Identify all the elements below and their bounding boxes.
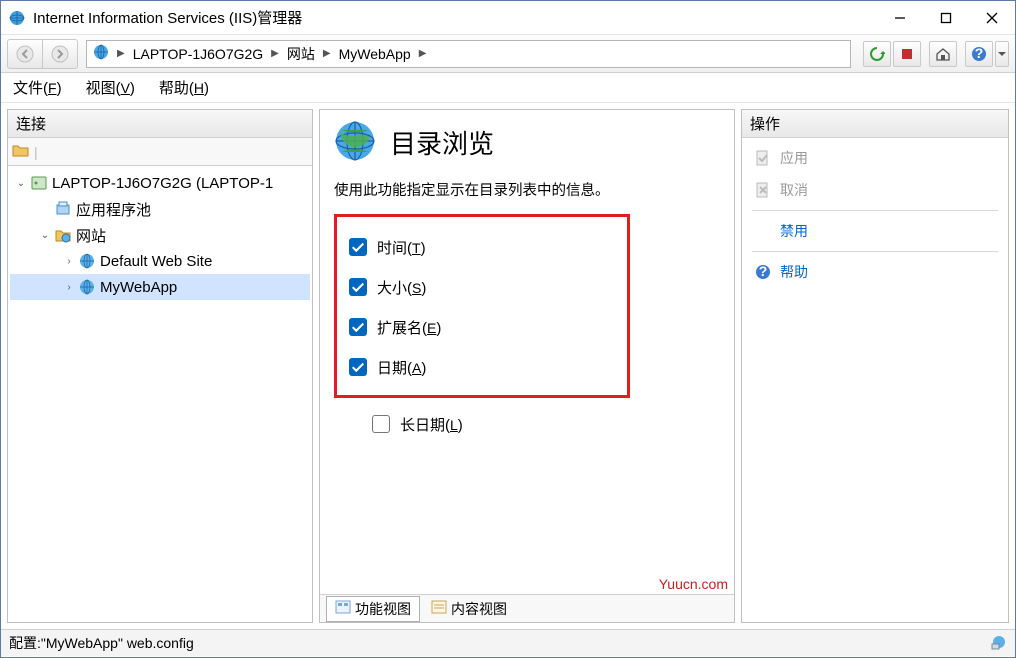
window-title: Internet Information Services (IIS)管理器 xyxy=(33,7,877,28)
option-date[interactable]: 日期(A) xyxy=(343,347,621,387)
maximize-button[interactable] xyxy=(923,1,969,34)
home-button[interactable] xyxy=(929,41,957,67)
chevron-right-icon: ▶ xyxy=(113,48,129,59)
connections-header: 连接 xyxy=(8,110,312,138)
menu-help[interactable]: 帮助(H) xyxy=(159,77,209,98)
server-icon xyxy=(30,175,48,191)
tree-default-site-label: Default Web Site xyxy=(100,253,212,270)
tree-mywebapp-label: MyWebApp xyxy=(100,279,177,296)
actions-panel: 操作 应用 取消 禁用 ? 帮助 xyxy=(741,109,1009,623)
status-bar: 配置:"MyWebApp" web.config xyxy=(1,629,1015,656)
globe-icon xyxy=(93,44,109,63)
tree-sites[interactable]: ⌄ 网站 xyxy=(10,222,310,248)
checkbox-longdate[interactable] xyxy=(372,415,390,433)
help-button[interactable]: ? xyxy=(965,41,993,67)
status-globe-icon xyxy=(991,634,1007,653)
feature-title: 目录浏览 xyxy=(390,124,494,161)
action-disable[interactable]: 禁用 xyxy=(742,215,1008,247)
chevron-right-icon: ▶ xyxy=(267,48,283,59)
option-longdate[interactable]: 长日期(L) xyxy=(334,404,630,444)
feature-description: 使用此功能指定显示在目录列表中的信息。 xyxy=(334,179,720,200)
option-date-label: 日期(A) xyxy=(377,357,426,378)
iis-app-icon xyxy=(9,10,25,26)
action-separator xyxy=(752,251,998,252)
refresh-button[interactable] xyxy=(863,41,891,67)
help-icon: ? xyxy=(754,264,772,280)
action-disable-label: 禁用 xyxy=(780,221,808,241)
checkbox-time[interactable] xyxy=(349,238,367,256)
tree-default-site[interactable]: › Default Web Site xyxy=(10,248,310,274)
chevron-right-icon: ▶ xyxy=(415,48,431,59)
nav-forward-button[interactable] xyxy=(42,39,78,69)
checkbox-size[interactable] xyxy=(349,278,367,296)
connections-panel: 连接 | ⌄ LAPTOP-1J6O7G2G (LAPTOP-1 应用程序池 ⌄… xyxy=(7,109,313,623)
tree-mywebapp[interactable]: › MyWebApp xyxy=(10,274,310,300)
breadcrumb-app[interactable]: MyWebApp xyxy=(339,46,411,62)
tab-features-view[interactable]: 功能视图 xyxy=(326,596,420,622)
connections-toolbar: | xyxy=(8,138,312,166)
stop-button[interactable] xyxy=(893,41,921,67)
option-size-label: 大小(S) xyxy=(377,277,426,298)
tree-host-label: LAPTOP-1J6O7G2G (LAPTOP-1 xyxy=(52,175,273,192)
close-button[interactable] xyxy=(969,1,1015,34)
option-size[interactable]: 大小(S) xyxy=(343,267,621,307)
expand-icon[interactable]: › xyxy=(62,256,76,267)
svg-text:?: ? xyxy=(975,46,984,61)
action-cancel-label: 取消 xyxy=(780,180,808,200)
sites-folder-icon xyxy=(54,227,72,243)
dir-browsing-icon xyxy=(334,120,376,165)
apply-icon xyxy=(754,150,772,166)
collapse-icon[interactable]: ⌄ xyxy=(38,230,52,241)
menu-file[interactable]: 文件(F) xyxy=(13,77,62,98)
checkbox-extension[interactable] xyxy=(349,318,367,336)
feature-panel: 目录浏览 使用此功能指定显示在目录列表中的信息。 时间(T) 大小(S) 扩展名… xyxy=(319,109,735,623)
menu-view[interactable]: 视图(V) xyxy=(86,77,135,98)
help-dropdown[interactable] xyxy=(995,41,1009,67)
checkbox-date[interactable] xyxy=(349,358,367,376)
action-help-label: 帮助 xyxy=(780,262,808,282)
option-longdate-label: 长日期(L) xyxy=(400,414,463,435)
status-text: 配置:"MyWebApp" web.config xyxy=(9,633,194,653)
features-view-icon xyxy=(335,600,351,617)
svg-text:?: ? xyxy=(759,264,768,279)
tab-content-view[interactable]: 内容视图 xyxy=(422,596,516,622)
tree-sites-label: 网站 xyxy=(76,225,106,246)
expand-icon[interactable]: › xyxy=(62,282,76,293)
connections-tree: ⌄ LAPTOP-1J6O7G2G (LAPTOP-1 应用程序池 ⌄ 网站 ›… xyxy=(8,166,312,622)
cancel-icon xyxy=(754,182,772,198)
apppool-icon xyxy=(54,201,72,217)
option-time[interactable]: 时间(T) xyxy=(343,227,621,267)
action-separator xyxy=(752,210,998,211)
action-apply-label: 应用 xyxy=(780,148,808,168)
action-apply: 应用 xyxy=(742,142,1008,174)
breadcrumb-host[interactable]: LAPTOP-1J6O7G2G xyxy=(133,46,263,62)
minimize-button[interactable] xyxy=(877,1,923,34)
tab-features-label: 功能视图 xyxy=(355,599,411,619)
breadcrumb-sites[interactable]: 网站 xyxy=(287,44,315,64)
option-time-label: 时间(T) xyxy=(377,237,426,258)
watermark: Yuucn.com xyxy=(659,576,728,592)
site-globe-icon xyxy=(78,279,96,295)
tree-host-node[interactable]: ⌄ LAPTOP-1J6O7G2G (LAPTOP-1 xyxy=(10,170,310,196)
tree-apppools[interactable]: 应用程序池 xyxy=(10,196,310,222)
tab-content-label: 内容视图 xyxy=(451,599,507,619)
action-cancel: 取消 xyxy=(742,174,1008,206)
folder-icon[interactable] xyxy=(12,142,30,161)
site-globe-icon xyxy=(78,253,96,269)
nav-back-button[interactable] xyxy=(7,39,43,69)
chevron-right-icon: ▶ xyxy=(319,48,335,59)
option-extension[interactable]: 扩展名(E) xyxy=(343,307,621,347)
address-bar[interactable]: ▶ LAPTOP-1J6O7G2G ▶ 网站 ▶ MyWebApp ▶ xyxy=(86,40,851,68)
tree-apppools-label: 应用程序池 xyxy=(76,199,151,220)
action-help[interactable]: ? 帮助 xyxy=(742,256,1008,288)
collapse-icon[interactable]: ⌄ xyxy=(14,178,28,189)
actions-header: 操作 xyxy=(742,110,1008,138)
highlighted-options: 时间(T) 大小(S) 扩展名(E) 日期(A) xyxy=(334,214,630,398)
content-view-icon xyxy=(431,600,447,617)
option-extension-label: 扩展名(E) xyxy=(377,317,441,338)
